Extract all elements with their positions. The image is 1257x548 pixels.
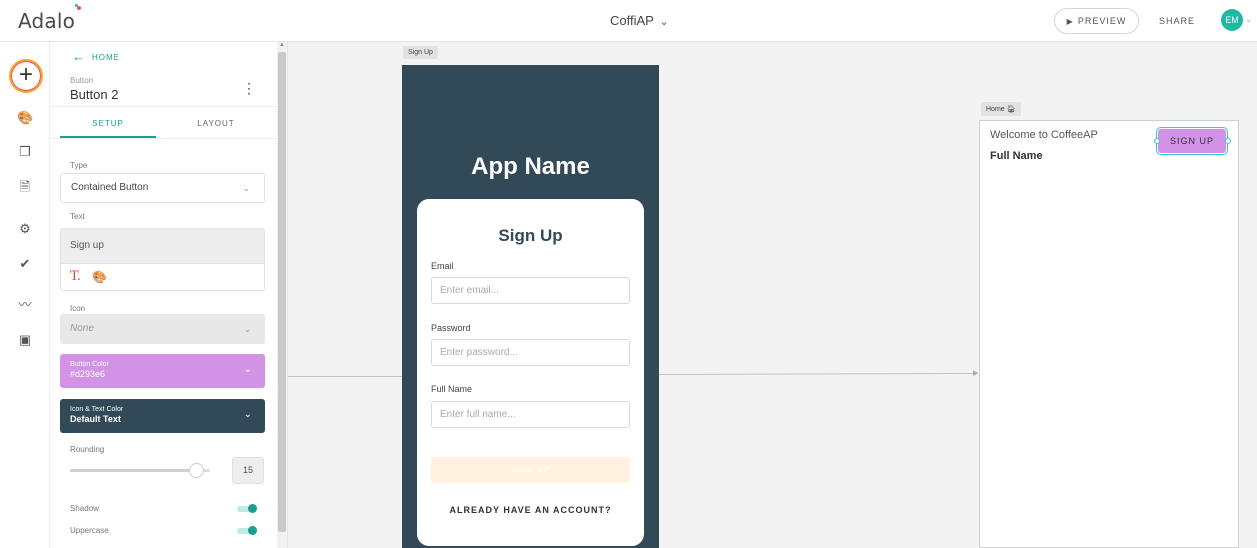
more-options-icon[interactable]: ⋮ <box>242 80 256 97</box>
fullname-field[interactable]: Enter full name... <box>431 401 630 428</box>
rounding-slider-thumb[interactable] <box>189 463 204 478</box>
back-label: HOME <box>92 53 120 62</box>
user-avatar[interactable]: EM <box>1221 9 1243 31</box>
chevron-down-icon: ⌄ <box>243 364 252 375</box>
button-color-picker[interactable]: Button Color #d293e6 ⌄ <box>60 354 265 388</box>
uppercase-label: Uppercase <box>70 526 109 535</box>
chevron-down-icon: ⌄ <box>243 409 252 420</box>
welcome-text[interactable]: Welcome to CoffeeAP <box>990 129 1098 141</box>
resize-handle-right[interactable] <box>1225 138 1231 144</box>
scrollbar-thumb[interactable] <box>278 52 286 532</box>
palette-icon[interactable]: 🎨 <box>17 110 33 126</box>
adalo-logo[interactable]: Adalo <box>18 4 82 33</box>
signup-submit-button[interactable]: SIGN UP <box>431 457 630 483</box>
rounding-value-input[interactable]: 15 <box>232 457 264 484</box>
app-switcher[interactable]: CoffiAP ⌄ <box>610 13 668 28</box>
home-tag-label: Home <box>986 106 1005 113</box>
logo-text: Adalo <box>18 9 76 33</box>
back-to-home-link[interactable]: ← HOME <box>72 49 120 64</box>
fullname-label: Full Name <box>431 384 473 394</box>
logo-accent-dot <box>77 6 82 10</box>
icon-value: None <box>70 323 94 334</box>
screens-icon[interactable]: ❒ <box>17 144 33 160</box>
tab-setup[interactable]: SETUP <box>60 108 156 138</box>
app-name-heading[interactable]: App Name <box>402 153 659 181</box>
arrow-left-icon: ← <box>72 49 86 64</box>
text-tools: T. 🎨 <box>60 263 265 291</box>
database-icon[interactable]: 🗎 <box>17 179 33 195</box>
component-type: Button <box>70 76 94 85</box>
button-type-select[interactable]: Contained Button ⌄ <box>60 173 265 203</box>
icon-text-color-value: Default Text <box>70 414 121 424</box>
home-screen-tag[interactable]: Home 🏠︎ <box>981 102 1021 116</box>
shadow-toggle[interactable] <box>237 504 257 513</box>
fullname-text[interactable]: Full Name <box>990 150 1043 162</box>
rounding-slider[interactable] <box>70 463 210 478</box>
button-color-label: Button Color <box>70 361 109 368</box>
magic-text-icon[interactable]: T. <box>70 269 81 284</box>
signup-screen-tag[interactable]: Sign Up <box>403 46 438 59</box>
toggle-knob <box>248 526 257 535</box>
password-field[interactable]: Enter password... <box>431 339 630 366</box>
divider <box>50 106 278 107</box>
icon-text-color-label: Icon & Text Color <box>70 406 124 413</box>
tab-layout[interactable]: LAYOUT <box>168 108 264 138</box>
button-text-input[interactable]: Sign up <box>60 228 265 264</box>
scroll-up-icon[interactable]: ▲ <box>279 42 285 48</box>
signup-form-card[interactable]: Sign Up Email Enter email... Password En… <box>417 199 644 546</box>
add-component-button[interactable]: + <box>9 59 43 93</box>
email-field[interactable]: Enter email... <box>431 277 630 304</box>
panel-scrollbar[interactable]: ▲ <box>277 42 287 548</box>
settings-icon[interactable]: ⚙ <box>17 221 33 237</box>
text-style-palette-icon[interactable]: 🎨 <box>92 270 107 284</box>
shadow-label: Shadow <box>70 504 99 513</box>
properties-panel: ← HOME Button Button 2 ⋮ SETUP LAYOUT Typ… <box>50 42 288 548</box>
preview-label: PREVIEW <box>1077 16 1127 26</box>
icon-text-color-picker[interactable]: Icon & Text Color Default Text ⌄ <box>60 399 265 433</box>
top-bar: Adalo CoffiAP ⌄ ▶ PREVIEW SHARE EM ⌄ <box>0 0 1257 42</box>
already-have-account-link[interactable]: ALREADY HAVE AN ACCOUNT? <box>417 505 644 515</box>
home-icon: 🏠︎ <box>1006 106 1016 113</box>
play-icon: ▶ <box>1066 17 1074 26</box>
preview-button[interactable]: ▶ PREVIEW <box>1054 8 1139 34</box>
rounding-slider-fill <box>70 469 196 472</box>
icon-label: Icon <box>70 304 86 313</box>
button-type-value: Contained Button <box>71 182 149 193</box>
chevron-down-icon: ⌄ <box>659 17 669 28</box>
signup-screen[interactable]: App Name Sign Up Email Enter email... Pa… <box>402 65 659 548</box>
analytics-icon[interactable]: 〰 <box>17 297 33 313</box>
email-label: Email <box>431 261 454 271</box>
icon-select[interactable]: None ⌄ <box>60 314 265 344</box>
screen-link-line <box>288 376 402 377</box>
app-title: CoffiAP <box>610 13 654 28</box>
uppercase-toggle[interactable] <box>237 526 257 535</box>
divider <box>50 138 278 139</box>
toggle-knob <box>248 504 257 513</box>
chevron-down-icon: ⌄ <box>243 324 251 334</box>
password-label: Password <box>431 323 471 333</box>
avatar-chevron-down-icon[interactable]: ⌄ <box>1245 14 1253 25</box>
component-library-icon[interactable]: ▣ <box>17 332 33 348</box>
resize-handle-left[interactable] <box>1154 138 1160 144</box>
button-color-value: #d293e6 <box>70 369 106 379</box>
rounding-label: Rounding <box>70 445 105 454</box>
link-arrow-icon: ▶ <box>973 370 979 377</box>
selected-signup-button[interactable]: SIGN UP <box>1156 127 1228 155</box>
type-label: Type <box>70 161 88 170</box>
home-screen[interactable]: Welcome to CoffeeAP Full Name SIGN UP <box>979 120 1239 548</box>
chevron-down-icon: ⌄ <box>242 183 250 193</box>
component-name[interactable]: Button 2 <box>70 87 118 102</box>
left-toolbar: + 🎨 ❒ 🗎 ⚙ ✔ 〰 ▣ <box>0 42 50 548</box>
text-label: Text <box>70 212 85 221</box>
publish-icon[interactable]: ✔ <box>17 256 33 272</box>
form-title[interactable]: Sign Up <box>417 226 644 246</box>
share-button[interactable]: SHARE <box>1159 16 1195 26</box>
